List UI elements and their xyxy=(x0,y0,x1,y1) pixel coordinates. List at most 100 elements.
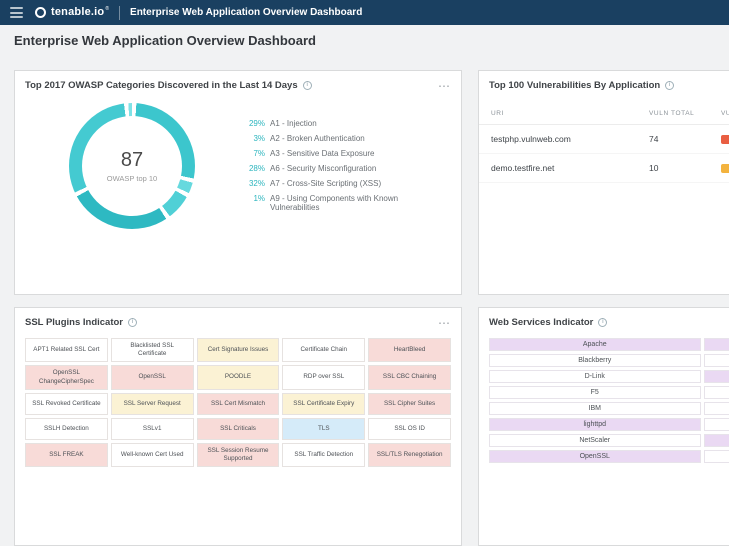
legend-percent: 28% xyxy=(245,164,265,173)
menu-icon-bar xyxy=(10,7,23,9)
legend-label: A6 - Security Misconfiguration xyxy=(270,164,376,173)
legend-item[interactable]: 1% A9 - Using Components with Known Vuln… xyxy=(245,194,447,212)
cell-vuln-total: 74 xyxy=(649,134,721,144)
info-icon[interactable]: i xyxy=(128,318,137,327)
owasp-chart-area: 87 OWASP top 10 29% A1 - Injection 3% A2… xyxy=(15,95,461,229)
menu-icon-bar xyxy=(10,12,23,14)
web-service-label: IBM xyxy=(589,405,601,412)
ssl-matrix-cell[interactable]: SSL CBC Chaining xyxy=(368,365,451,389)
page-title: Enterprise Web Application Overview Dash… xyxy=(14,33,316,48)
web-service-cell[interactable]: OpenSSL xyxy=(489,450,701,463)
cell-vuln-total: 10 xyxy=(649,163,721,173)
web-service-cell[interactable]: iPlanet xyxy=(704,402,729,415)
ssl-matrix-cell[interactable]: OpenSSL ChangeCipherSpec xyxy=(25,365,108,389)
web-service-cell[interactable]: D-Link xyxy=(489,370,701,383)
ssl-matrix-cell[interactable]: SSLv1 xyxy=(111,418,194,440)
card-web-services-indicator: Web Services Indicator i ⋯ Apache Apple … xyxy=(478,307,729,546)
card-options-icon[interactable]: ⋯ xyxy=(438,319,451,327)
legend-percent: 7% xyxy=(245,149,265,158)
ssl-cell-label: SSL OS ID xyxy=(394,425,425,433)
ssl-matrix-cell[interactable]: SSL OS ID xyxy=(368,418,451,440)
legend-percent: 3% xyxy=(245,134,265,143)
ssl-matrix-cell[interactable]: TLS xyxy=(282,418,365,440)
ssl-matrix-cell[interactable]: SSL Certificate Expiry xyxy=(282,393,365,415)
ssl-cell-label: SSL Server Request xyxy=(124,400,181,408)
column-header-vuln-total: VULN TOTAL xyxy=(649,110,721,117)
web-service-cell[interactable]: HP xyxy=(704,386,729,399)
ssl-matrix-cell[interactable]: Certificate Chain xyxy=(282,338,365,362)
web-service-cell[interactable]: F5 xyxy=(489,386,701,399)
ssl-matrix-cell[interactable]: SSL Traffic Detection xyxy=(282,443,365,467)
web-service-cell[interactable]: Microsoft xyxy=(704,418,729,431)
donut-center-label: OWASP top 10 xyxy=(107,174,157,183)
info-icon[interactable]: i xyxy=(303,81,312,90)
web-service-cell[interactable]: Apple xyxy=(704,338,729,351)
ssl-matrix-cell[interactable]: OpenSSL xyxy=(111,365,194,389)
web-service-cell[interactable]: lighttpd xyxy=(489,418,701,431)
ssl-matrix-cell[interactable]: SSL Revoked Certificate xyxy=(25,393,108,415)
ssl-cell-label: RDP over SSL xyxy=(303,373,344,381)
web-service-cell[interactable]: NetScaler xyxy=(489,434,701,447)
ssl-matrix-cell[interactable]: Well-known Cert Used xyxy=(111,443,194,467)
ssl-cell-label: Blacklisted SSL Certificate xyxy=(116,342,189,358)
ssl-cell-label: APT1 Related SSL Cert xyxy=(33,346,99,354)
web-service-cell[interactable]: Apache xyxy=(489,338,701,351)
severity-bar[interactable] xyxy=(721,164,729,173)
web-service-cell[interactable]: IBM xyxy=(489,402,701,415)
ssl-matrix-cell[interactable]: POODLE xyxy=(197,365,280,389)
ssl-matrix-cell[interactable]: HeartBleed xyxy=(368,338,451,362)
legend-label: A3 - Sensitive Data Exposure xyxy=(270,149,375,158)
ssl-cell-label: SSL CBC Chaining xyxy=(383,373,436,381)
legend-item[interactable]: 29% A1 - Injection xyxy=(245,119,447,128)
ssl-matrix-cell[interactable]: SSL Cert Mismatch xyxy=(197,393,280,415)
info-icon[interactable]: i xyxy=(598,318,607,327)
cell-uri: testphp.vulnweb.com xyxy=(491,134,649,144)
ssl-matrix-cell[interactable]: SSL Server Request xyxy=(111,393,194,415)
web-service-cell[interactable]: Cisco,Linksys xyxy=(704,354,729,367)
cell-uri: demo.testfire.net xyxy=(491,163,649,173)
ssl-cell-label: OpenSSL ChangeCipherSpec xyxy=(30,369,103,385)
ssl-matrix-cell[interactable]: APT1 Related SSL Cert xyxy=(25,338,108,362)
ssl-cell-label: Cert Signature Issues xyxy=(208,346,269,354)
table-row[interactable]: demo.testfire.net 10 xyxy=(479,154,729,183)
info-icon[interactable]: i xyxy=(665,81,674,90)
ssl-matrix-cell[interactable]: SSL Session Resume Supported xyxy=(197,443,280,467)
web-service-cell[interactable]: Default Administrator xyxy=(704,370,729,383)
ssl-matrix-cell[interactable]: SSL Cipher Suites xyxy=(368,393,451,415)
table-row[interactable]: testphp.vulnweb.com 74 xyxy=(479,125,729,154)
tenable-logo[interactable]: tenable.io ® xyxy=(35,5,109,20)
top-navbar: tenable.io ® Enterprise Web Application … xyxy=(0,0,729,25)
menu-icon-bar xyxy=(10,16,23,18)
legend-label: A7 - Cross-Site Scripting (XSS) xyxy=(270,179,381,188)
web-service-label: Apache xyxy=(583,341,607,348)
web-service-cell[interactable]: Blackberry xyxy=(489,354,701,367)
card-top-vulnerabilities: Top 100 Vulnerabilities By Application i… xyxy=(478,70,729,295)
card-title: Web Services Indicator xyxy=(489,317,593,328)
ssl-matrix-cell[interactable]: SSL FREAK xyxy=(25,443,108,467)
ssl-matrix-cell[interactable]: RDP over SSL xyxy=(282,365,365,389)
owasp-donut-chart[interactable]: 87 OWASP top 10 xyxy=(69,103,195,229)
tenable-ring-icon xyxy=(35,7,46,18)
ssl-matrix-cell[interactable]: Blacklisted SSL Certificate xyxy=(111,338,194,362)
vulnerabilities-table: URI VULN TOTAL VULNERABILITIES testphp.v… xyxy=(479,103,729,183)
legend-label: A1 - Injection xyxy=(270,119,317,128)
severity-bar[interactable] xyxy=(721,135,729,144)
legend-item[interactable]: 32% A7 - Cross-Site Scripting (XSS) xyxy=(245,179,447,188)
legend-item[interactable]: 3% A2 - Broken Authentication xyxy=(245,134,447,143)
menu-icon[interactable] xyxy=(10,7,23,18)
legend-item[interactable]: 7% A3 - Sensitive Data Exposure xyxy=(245,149,447,158)
legend-percent: 29% xyxy=(245,119,265,128)
web-service-cell[interactable]: nginx xyxy=(704,434,729,447)
web-services-matrix: Apache Apple Blackberry Cisco,Linksys D-… xyxy=(479,332,729,469)
table-body: testphp.vulnweb.com 74 demo.testfire.net… xyxy=(479,125,729,183)
ssl-matrix-cell[interactable]: SSL Criticals xyxy=(197,418,280,440)
web-service-label: F5 xyxy=(591,389,599,396)
card-title: Top 2017 OWASP Categories Discovered in … xyxy=(25,80,298,91)
card-options-icon[interactable]: ⋯ xyxy=(438,82,451,90)
ssl-matrix-cell[interactable]: Cert Signature Issues xyxy=(197,338,280,362)
web-service-cell[interactable]: Oracle xyxy=(704,450,729,463)
ssl-matrix-cell[interactable]: SSLH Detection xyxy=(25,418,108,440)
ssl-matrix-cell[interactable]: SSL/TLS Renegotiation xyxy=(368,443,451,467)
legend-item[interactable]: 28% A6 - Security Misconfiguration xyxy=(245,164,447,173)
navbar-dashboard-title: Enterprise Web Application Overview Dash… xyxy=(130,7,362,18)
